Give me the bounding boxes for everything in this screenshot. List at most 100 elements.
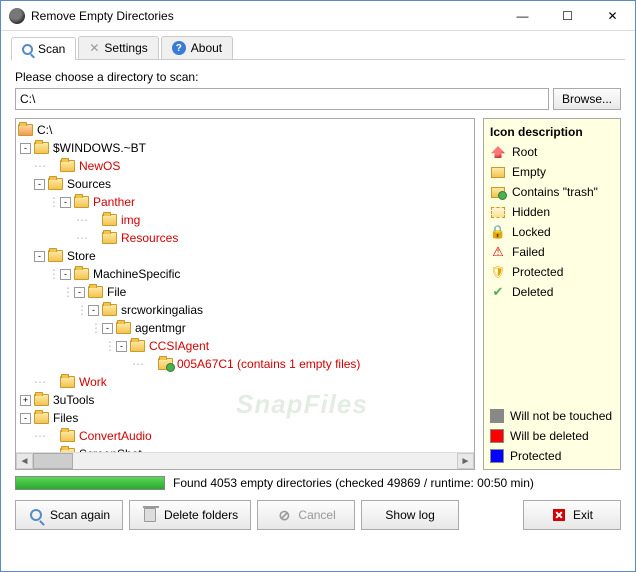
tools-icon: ✕ [89,41,99,55]
legend-label: Empty [512,165,546,179]
collapse-icon[interactable]: - [88,305,99,316]
collapse-icon[interactable]: - [20,143,31,154]
legend-label: Deleted [512,285,553,299]
titlebar: Remove Empty Directories — ☐ ✕ [1,1,635,31]
folder-icon [34,142,49,154]
tree-label[interactable]: agentmgr [135,321,186,335]
tab-settings[interactable]: ✕ Settings [78,36,158,59]
legend-label: Contains "trash" [512,185,598,199]
tab-label: Settings [104,41,147,55]
trash-icon [144,508,156,522]
empty-folder-icon [491,167,505,178]
exit-icon [553,509,565,521]
prompt-label: Please choose a directory to scan: [11,70,625,84]
progress-row: Found 4053 empty directories (checked 49… [11,470,625,496]
scroll-right-icon[interactable]: ► [457,453,474,469]
folder-icon [88,286,103,298]
tree-label[interactable]: 005A67C1 (contains 1 empty files) [177,357,360,371]
button-label: Scan again [50,508,110,522]
maximize-button[interactable]: ☐ [545,1,590,30]
tree-label[interactable]: C:\ [37,123,52,137]
root-icon [491,146,505,158]
collapse-icon[interactable]: - [60,269,71,280]
swatch-gray [490,409,504,423]
tabstrip: Scan ✕ Settings ? About [1,31,635,59]
tree-label[interactable]: Store [67,249,96,263]
cancel-icon: ⊘ [276,507,292,523]
button-label: Exit [573,508,593,522]
folder-icon [102,304,117,316]
folder-icon [102,214,117,226]
legend-title: Icon description [490,125,614,139]
show-log-button[interactable]: Show log [361,500,459,530]
tree-label[interactable]: 3uTools [53,393,94,407]
tree-label[interactable]: Resources [121,231,178,245]
path-input[interactable] [15,88,549,110]
folder-icon [34,394,49,406]
button-row: Scan again Delete folders ⊘ Cancel Show … [11,496,625,540]
collapse-icon[interactable]: - [74,287,85,298]
legend-label: Hidden [512,205,550,219]
tree-label[interactable]: ConvertAudio [79,429,152,443]
collapse-icon[interactable]: - [34,179,45,190]
browse-button[interactable]: Browse... [553,88,621,110]
folder-trash-icon [158,358,173,370]
tree-label[interactable]: MachineSpecific [93,267,180,281]
search-icon [22,44,33,55]
tree-label[interactable]: File [107,285,126,299]
delete-folders-button[interactable]: Delete folders [129,500,251,530]
horizontal-scrollbar[interactable]: ◄ ► [16,452,474,469]
expand-icon[interactable]: + [20,395,31,406]
legend-label: Protected [512,265,563,279]
directory-tree[interactable]: SnapFiles C:\ -$WINDOWS.~BT ⋯NewOS -Sour… [15,118,475,470]
collapse-icon[interactable]: - [20,413,31,424]
folder-icon [130,340,145,352]
app-icon [9,8,25,24]
tab-about[interactable]: ? About [161,36,233,59]
folder-icon [48,250,63,262]
tab-label: About [191,41,222,55]
tab-scan[interactable]: Scan [11,37,76,60]
collapse-icon[interactable]: - [102,323,113,334]
tree-label[interactable]: NewOS [79,159,120,173]
tree-label[interactable]: Work [79,375,107,389]
tree-label[interactable]: Sources [67,177,111,191]
folder-icon [74,268,89,280]
folder-icon [48,178,63,190]
swatch-blue [490,449,504,463]
tab-body: Please choose a directory to scan: Brows… [11,59,625,540]
tree-label[interactable]: $WINDOWS.~BT [53,141,146,155]
hidden-folder-icon [491,207,505,218]
path-row: Browse... [11,88,625,118]
collapse-icon[interactable]: - [60,197,71,208]
tree-label[interactable]: Files [53,411,78,425]
cancel-button[interactable]: ⊘ Cancel [257,500,355,530]
tree-label[interactable]: srcworkingalias [121,303,203,317]
scroll-left-icon[interactable]: ◄ [16,453,33,469]
minimize-button[interactable]: — [500,1,545,30]
close-button[interactable]: ✕ [590,1,635,30]
tree-label[interactable]: Panther [93,195,135,209]
check-icon: ✔ [490,285,506,299]
collapse-icon[interactable]: - [116,341,127,352]
question-icon: ? [172,41,186,55]
tree-node-root: C:\ [18,121,474,139]
exit-button[interactable]: Exit [523,500,621,530]
legend-label: Locked [512,225,551,239]
legend-label: Root [512,145,537,159]
window-controls: — ☐ ✕ [500,1,635,30]
scan-again-button[interactable]: Scan again [15,500,123,530]
collapse-icon[interactable]: - [34,251,45,262]
tree-label[interactable]: img [121,213,140,227]
folder-icon [60,376,75,388]
folder-icon [116,322,131,334]
trash-folder-icon [491,187,505,198]
progress-bar [15,476,165,490]
folder-icon [74,196,89,208]
folder-icon [18,124,33,136]
folder-icon [60,160,75,172]
tree-label[interactable]: CCSIAgent [149,339,209,353]
scroll-thumb[interactable] [33,453,73,469]
tab-label: Scan [38,42,65,56]
legend-label: Protected [510,449,561,463]
